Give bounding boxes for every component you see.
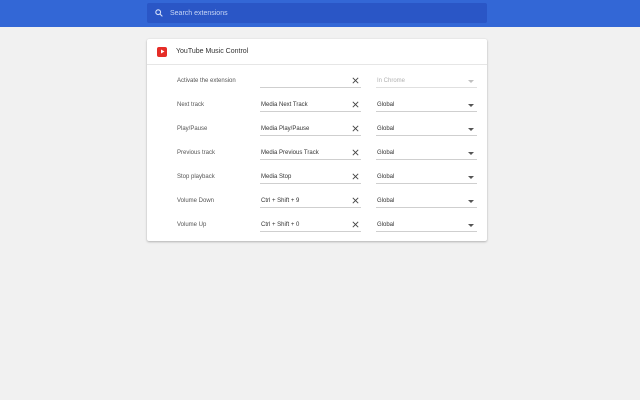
scope-value: In Chrome (377, 78, 406, 84)
scope-value: Global (377, 198, 395, 204)
shortcut-row: Previous track Media Previous Track Glob… (147, 141, 487, 165)
shortcut-value: Ctrl + Shift + 0 (261, 222, 300, 228)
shortcut-input[interactable] (260, 75, 361, 88)
scope-value: Global (377, 222, 395, 228)
shortcut-value: Ctrl + Shift + 9 (261, 198, 300, 204)
scope-select[interactable]: Global (376, 171, 477, 184)
scope-value: Global (377, 126, 395, 132)
clear-icon[interactable] (351, 220, 360, 229)
clear-icon[interactable] (351, 76, 360, 85)
shortcut-value: Media Play/Pause (261, 126, 310, 132)
command-label: Stop playback (177, 174, 215, 180)
scope-select[interactable]: Global (376, 123, 477, 136)
dropdown-arrow-icon (468, 176, 474, 179)
youtube-play-icon (157, 46, 167, 57)
command-label: Volume Up (177, 222, 207, 228)
scope-select[interactable]: In Chrome (376, 75, 477, 88)
scope-value: Global (377, 150, 395, 156)
shortcut-value: Media Stop (261, 174, 292, 180)
search-bar[interactable]: Search extensions (147, 3, 487, 23)
clear-icon[interactable] (351, 196, 360, 205)
shortcut-row: Stop playback Media Stop Global (147, 165, 487, 189)
scope-value: Global (377, 102, 395, 108)
shortcut-row: Play/Pause Media Play/Pause Global (147, 117, 487, 141)
command-label: Previous track (177, 150, 216, 156)
search-input[interactable]: Search extensions (170, 10, 228, 17)
dropdown-arrow-icon (468, 152, 474, 155)
shortcut-input[interactable]: Ctrl + Shift + 9 (260, 195, 361, 208)
scope-value: Global (377, 174, 395, 180)
clear-icon[interactable] (351, 100, 360, 109)
shortcut-row: Volume Up Ctrl + Shift + 0 Global (147, 213, 487, 237)
clear-icon[interactable] (351, 172, 360, 181)
clear-icon[interactable] (351, 124, 360, 133)
shortcut-row: Activate the extension In Chrome (147, 69, 487, 93)
search-icon (155, 9, 163, 17)
command-label: Play/Pause (177, 126, 208, 132)
command-label: Activate the extension (177, 78, 236, 84)
dropdown-arrow-icon (468, 80, 474, 83)
dropdown-arrow-icon (468, 200, 474, 203)
extension-name: YouTube Music Control (176, 48, 249, 55)
scope-select[interactable]: Global (376, 219, 477, 232)
scope-select[interactable]: Global (376, 195, 477, 208)
top-toolbar: Search extensions (0, 0, 640, 27)
dropdown-arrow-icon (468, 128, 474, 131)
dropdown-arrow-icon (468, 224, 474, 227)
shortcut-row: Next track Media Next Track Global (147, 93, 487, 117)
clear-icon[interactable] (351, 148, 360, 157)
shortcut-value: Media Previous Track (261, 150, 319, 156)
shortcut-input[interactable]: Media Stop (260, 171, 361, 184)
shortcut-row: Volume Down Ctrl + Shift + 9 Global (147, 189, 487, 213)
shortcut-input[interactable]: Media Previous Track (260, 147, 361, 160)
shortcut-value: Media Next Track (261, 102, 308, 108)
shortcut-input[interactable]: Media Next Track (260, 99, 361, 112)
command-label: Volume Down (177, 198, 215, 204)
extension-card: YouTube Music Control Activate the exten… (147, 39, 487, 241)
scope-select[interactable]: Global (376, 99, 477, 112)
shortcut-input[interactable]: Media Play/Pause (260, 123, 361, 136)
command-label: Next track (177, 102, 205, 108)
extension-header: YouTube Music Control (147, 39, 487, 65)
dropdown-arrow-icon (468, 104, 474, 107)
scope-select[interactable]: Global (376, 147, 477, 160)
shortcut-input[interactable]: Ctrl + Shift + 0 (260, 219, 361, 232)
